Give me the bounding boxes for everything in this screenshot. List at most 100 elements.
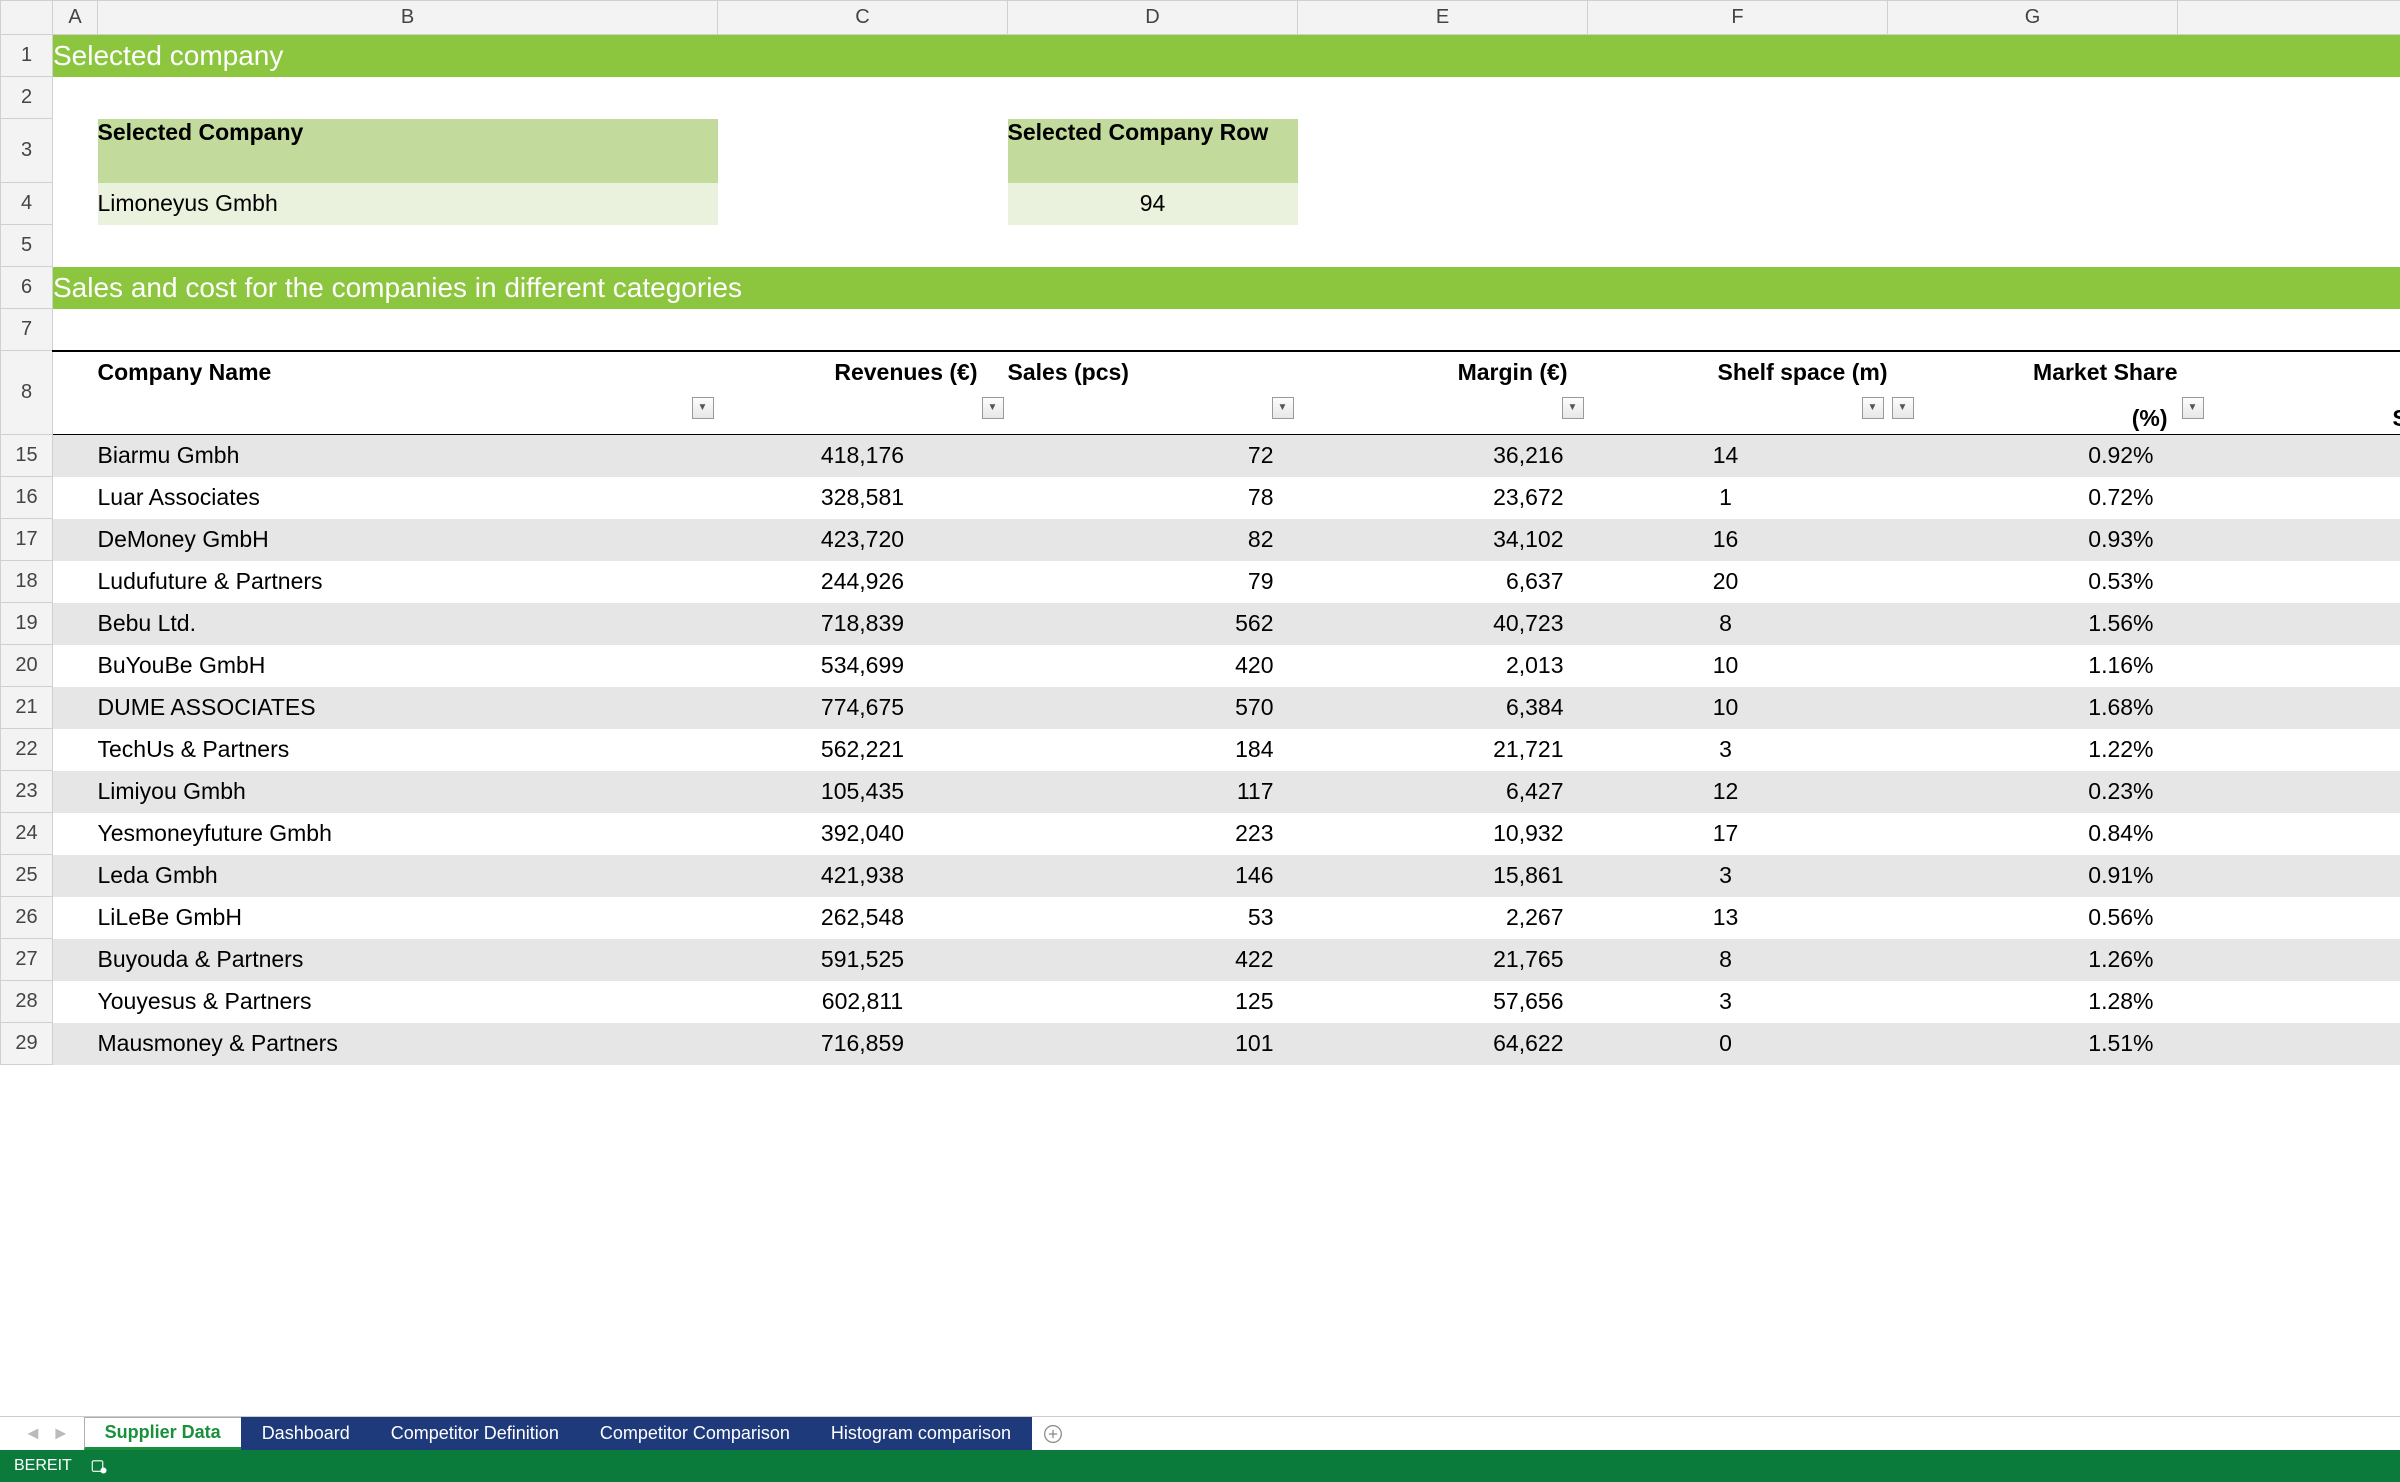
table-row[interactable]: 25Leda Gmbh421,93814615,86130.91% <box>1 855 2400 897</box>
cell-company[interactable]: Luar Associates <box>98 477 718 519</box>
cell-shelf[interactable]: 17 <box>1588 813 1888 855</box>
table-header-row-bottom[interactable]: ▼ ▼ ▼ ▼ ▼ (%)▼ Selec▼ <box>1 393 2400 435</box>
row-6[interactable]: 6 Sales and cost for the companies in di… <box>1 267 2400 309</box>
table-row[interactable]: 20BuYouBe GmbH534,6994202,013101.16% <box>1 645 2400 687</box>
cell-revenues[interactable]: 244,926 <box>718 561 1008 603</box>
cell-share[interactable]: 1.56% <box>1888 603 2178 645</box>
cell-company[interactable]: TechUs & Partners <box>98 729 718 771</box>
macro-recording-icon[interactable] <box>90 1457 108 1475</box>
cell-revenues[interactable]: 774,675 <box>718 687 1008 729</box>
row-1[interactable]: 1 Selected company <box>1 35 2400 77</box>
cell-share[interactable]: 0.91% <box>1888 855 2178 897</box>
row-header[interactable]: 22 <box>1 729 53 771</box>
table-row[interactable]: 26LiLeBe GmbH262,548532,267130.56% <box>1 897 2400 939</box>
cell-margin[interactable]: 6,384 <box>1298 687 1588 729</box>
cell-share[interactable]: 0.93% <box>1888 519 2178 561</box>
cell-company[interactable]: Bebu Ltd. <box>98 603 718 645</box>
cell-company[interactable]: LiLeBe GmbH <box>98 897 718 939</box>
cell-margin[interactable]: 15,861 <box>1298 855 1588 897</box>
cell-shelf[interactable]: 8 <box>1588 939 1888 981</box>
cell-sales[interactable]: 78 <box>1008 477 1298 519</box>
cell-company[interactable]: DeMoney GmbH <box>98 519 718 561</box>
cell-sales[interactable]: 562 <box>1008 603 1298 645</box>
cell-margin[interactable]: 40,723 <box>1298 603 1588 645</box>
col-header-B[interactable]: B <box>98 1 718 35</box>
cell-sales[interactable]: 82 <box>1008 519 1298 561</box>
cell-margin[interactable]: 6,637 <box>1298 561 1588 603</box>
filter-button-mshare[interactable]: ▼ <box>1892 397 1914 419</box>
row-header-4[interactable]: 4 <box>1 183 53 225</box>
cell-sales[interactable]: 422 <box>1008 939 1298 981</box>
cell-sales[interactable]: 72 <box>1008 435 1298 477</box>
tab-nav-prev-icon[interactable]: ◄ <box>24 1423 42 1444</box>
cell-revenues[interactable]: 716,859 <box>718 1023 1008 1065</box>
cell-shelf[interactable]: 10 <box>1588 645 1888 687</box>
cell-sales[interactable]: 223 <box>1008 813 1298 855</box>
filter-button-shelf[interactable]: ▼ <box>1862 397 1884 419</box>
row-3[interactable]: 3 Selected Company Selected Company Row <box>1 119 2400 183</box>
col-header-E[interactable]: E <box>1298 1 1588 35</box>
filter-button-margin[interactable]: ▼ <box>1562 397 1584 419</box>
table-row[interactable]: 15Biarmu Gmbh418,1767236,216140.92% <box>1 435 2400 477</box>
row-header[interactable]: 27 <box>1 939 53 981</box>
row-header[interactable]: 24 <box>1 813 53 855</box>
cell-company[interactable]: Youyesus & Partners <box>98 981 718 1023</box>
cell-company[interactable]: Leda Gmbh <box>98 855 718 897</box>
row-header-5[interactable]: 5 <box>1 225 53 267</box>
row-header-6[interactable]: 6 <box>1 267 53 309</box>
cell-revenues[interactable]: 418,176 <box>718 435 1008 477</box>
filter-button-company[interactable]: ▼ <box>692 397 714 419</box>
tab-nav-next-icon[interactable]: ► <box>52 1423 70 1444</box>
cell-revenues[interactable]: 328,581 <box>718 477 1008 519</box>
cell-margin[interactable]: 2,267 <box>1298 897 1588 939</box>
row-header[interactable]: 29 <box>1 1023 53 1065</box>
cell-shelf[interactable]: 3 <box>1588 729 1888 771</box>
row-header-7[interactable]: 7 <box>1 309 53 351</box>
col-header-F[interactable]: F <box>1588 1 1888 35</box>
add-sheet-button[interactable] <box>1031 1417 1075 1450</box>
table-row[interactable]: 27Buyouda & Partners591,52542221,76581.2… <box>1 939 2400 981</box>
cell-margin[interactable]: 21,765 <box>1298 939 1588 981</box>
row-header[interactable]: 17 <box>1 519 53 561</box>
table-row[interactable]: 17DeMoney GmbH423,7208234,102160.93% <box>1 519 2400 561</box>
cell-shelf[interactable]: 0 <box>1588 1023 1888 1065</box>
cell-margin[interactable]: 64,622 <box>1298 1023 1588 1065</box>
cell-shelf[interactable]: 3 <box>1588 981 1888 1023</box>
row-5[interactable]: 5 <box>1 225 2400 267</box>
row-header-8[interactable]: 8 <box>1 351 53 435</box>
col-header-G[interactable]: G <box>1888 1 2178 35</box>
cell-shelf[interactable]: 3 <box>1588 855 1888 897</box>
row-7[interactable]: 7 <box>1 309 2400 351</box>
table-row[interactable]: 29Mausmoney & Partners716,85910164,62201… <box>1 1023 2400 1065</box>
row-header[interactable]: 25 <box>1 855 53 897</box>
selected-company-row-value[interactable]: 94 <box>1008 183 1298 225</box>
cell-share[interactable]: 0.23% <box>1888 771 2178 813</box>
row-4[interactable]: 4 Limoneyus Gmbh 94 <box>1 183 2400 225</box>
cell-share[interactable]: 1.51% <box>1888 1023 2178 1065</box>
cell-revenues[interactable]: 423,720 <box>718 519 1008 561</box>
cell-margin[interactable]: 23,672 <box>1298 477 1588 519</box>
cell-revenues[interactable]: 392,040 <box>718 813 1008 855</box>
cell-margin[interactable]: 10,932 <box>1298 813 1588 855</box>
cell-share[interactable]: 1.68% <box>1888 687 2178 729</box>
cell-revenues[interactable]: 602,811 <box>718 981 1008 1023</box>
sheet-tab[interactable]: Supplier Data <box>84 1417 242 1450</box>
table-row[interactable]: 16Luar Associates328,5817823,67210.72% <box>1 477 2400 519</box>
cell-share[interactable]: 0.56% <box>1888 897 2178 939</box>
cell-revenues[interactable]: 421,938 <box>718 855 1008 897</box>
row-header-2[interactable]: 2 <box>1 77 53 119</box>
cell-share[interactable]: 0.53% <box>1888 561 2178 603</box>
cell-shelf[interactable]: 14 <box>1588 435 1888 477</box>
cell-sales[interactable]: 117 <box>1008 771 1298 813</box>
column-header-row[interactable]: A B C D E F G <box>1 1 2400 35</box>
cell-shelf[interactable]: 13 <box>1588 897 1888 939</box>
cell-revenues[interactable]: 718,839 <box>718 603 1008 645</box>
select-all-cell[interactable] <box>1 1 53 35</box>
cell-shelf[interactable]: 12 <box>1588 771 1888 813</box>
cell-sales[interactable]: 125 <box>1008 981 1298 1023</box>
cell-share[interactable]: 0.92% <box>1888 435 2178 477</box>
cell-revenues[interactable]: 591,525 <box>718 939 1008 981</box>
col-header-C[interactable]: C <box>718 1 1008 35</box>
cell-margin[interactable]: 21,721 <box>1298 729 1588 771</box>
sheet-tab[interactable]: Competitor Definition <box>370 1417 580 1450</box>
